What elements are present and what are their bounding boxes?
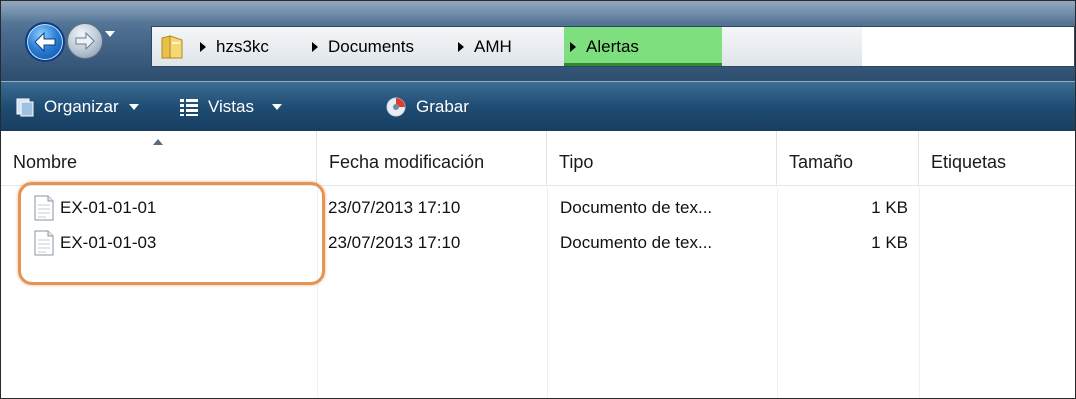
- column-header-nombre[interactable]: Nombre: [1, 131, 317, 185]
- file-modified: 23/07/2013 17:10: [328, 233, 461, 252]
- column-header-tamano[interactable]: Tamaño: [777, 131, 919, 185]
- file-size: 1 KB: [871, 233, 908, 252]
- breadcrumb-documents[interactable]: Documents: [312, 27, 414, 66]
- breadcrumb-amh[interactable]: AMH: [458, 27, 512, 66]
- back-button[interactable]: [25, 22, 65, 62]
- address-strip: hzs3kc Documents AMH Alertas: [1, 1, 1075, 81]
- command-toolbar: Organizar Vistas Grabar: [1, 81, 1075, 132]
- burn-button[interactable]: Grabar: [385, 82, 469, 132]
- breadcrumb-separator-icon: [200, 41, 206, 52]
- column-header-tipo[interactable]: Tipo: [547, 131, 777, 185]
- organize-button[interactable]: Organizar: [15, 82, 139, 132]
- column-header-row: Nombre Fecha modificación Tipo Tamaño Et…: [1, 131, 1075, 186]
- recent-pages-dropdown-icon[interactable]: [105, 31, 115, 37]
- chevron-down-icon: [272, 104, 282, 110]
- file-modified: 23/07/2013 17:10: [328, 198, 461, 217]
- views-button[interactable]: Vistas: [179, 82, 282, 132]
- column-header-fecha-modificacion[interactable]: Fecha modificación: [317, 131, 547, 185]
- breadcrumb-separator-icon: [312, 41, 318, 52]
- organize-icon: [16, 98, 34, 117]
- breadcrumb-separator-icon: [570, 41, 576, 52]
- forward-arrow-icon: [75, 32, 95, 50]
- back-arrow-icon: [34, 32, 56, 52]
- forward-button[interactable]: [67, 23, 103, 59]
- column-header-etiquetas[interactable]: Etiquetas: [919, 131, 1075, 185]
- breadcrumb-separator-icon: [458, 41, 464, 52]
- annotation-highlight-ring: [18, 182, 325, 285]
- sort-ascending-icon: [153, 139, 163, 145]
- file-type: Documento de tex...: [560, 233, 713, 252]
- chevron-down-icon: [128, 104, 139, 110]
- burn-disc-icon: [386, 97, 406, 117]
- address-bar[interactable]: hzs3kc Documents AMH Alertas: [151, 26, 1075, 67]
- views-icon: [180, 99, 198, 116]
- breadcrumb-alertas[interactable]: Alertas: [570, 27, 639, 66]
- folder-icon: [161, 35, 183, 59]
- file-type: Documento de tex...: [560, 198, 713, 217]
- explorer-window: hzs3kc Documents AMH Alertas Organizar V…: [0, 0, 1076, 399]
- file-size: 1 KB: [871, 198, 908, 217]
- breadcrumb-hzs3kc[interactable]: hzs3kc: [200, 27, 269, 66]
